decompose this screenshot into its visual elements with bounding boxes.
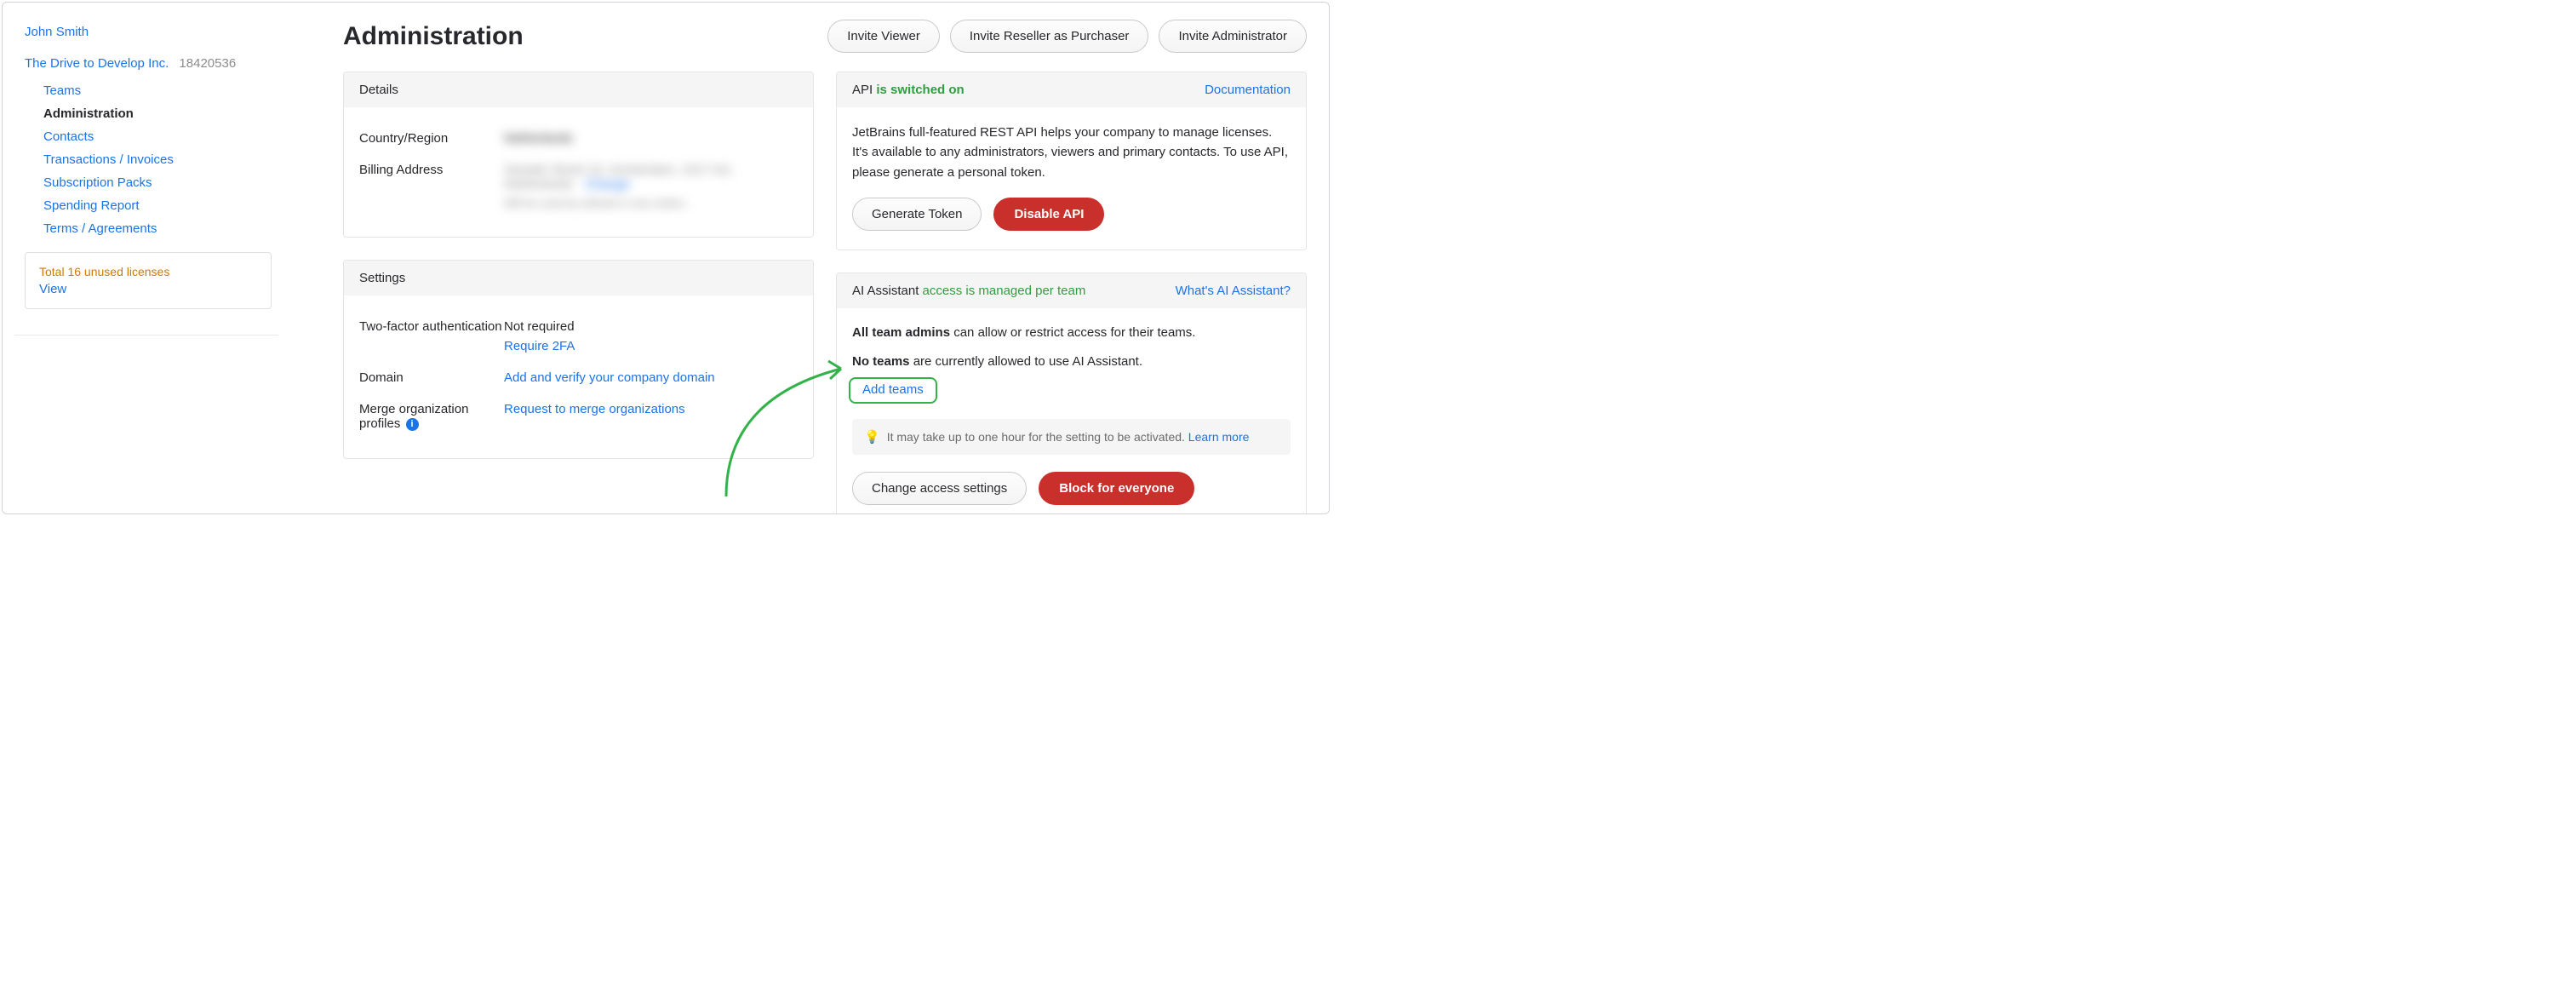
merge-label: Merge organization profiles i bbox=[359, 402, 504, 431]
billing-change-link[interactable]: Change bbox=[585, 177, 630, 192]
country-value: Netherlands bbox=[504, 131, 573, 146]
ai-header: AI Assistant access is managed per team … bbox=[837, 273, 1306, 308]
billing-label: Billing Address bbox=[359, 163, 504, 209]
right-column: API is switched on Documentation JetBrai… bbox=[836, 72, 1307, 514]
unused-licenses-total: Total 16 unused licenses bbox=[39, 265, 257, 278]
ai-title-prefix: AI Assistant bbox=[852, 284, 923, 298]
twofa-label: Two-factor authentication bbox=[359, 319, 504, 353]
api-card: API is switched on Documentation JetBrai… bbox=[836, 72, 1307, 250]
nav-contacts[interactable]: Contacts bbox=[25, 125, 304, 148]
api-documentation-link[interactable]: Documentation bbox=[1205, 83, 1291, 97]
page-title: Administration bbox=[343, 22, 524, 51]
ai-line2-strong: No teams bbox=[852, 354, 910, 369]
ai-line1-rest: can allow or restrict access for their t… bbox=[950, 325, 1195, 340]
billing-line1: Sample Street 10, Amsterdam, 1017 AA, bbox=[504, 163, 733, 177]
merge-orgs-link[interactable]: Request to merge organizations bbox=[504, 402, 685, 416]
billing-note: Will be used by default in new orders. bbox=[504, 197, 733, 209]
ai-line2-rest: are currently allowed to use AI Assistan… bbox=[910, 354, 1142, 369]
nav-packs[interactable]: Subscription Packs bbox=[25, 171, 304, 194]
add-domain-link[interactable]: Add and verify your company domain bbox=[504, 370, 715, 385]
lightbulb-icon: 💡 bbox=[864, 429, 880, 445]
block-for-everyone-button[interactable]: Block for everyone bbox=[1039, 472, 1194, 505]
sidebar-divider bbox=[14, 335, 278, 336]
invite-reseller-button[interactable]: Invite Reseller as Purchaser bbox=[950, 20, 1149, 53]
nav-teams[interactable]: Teams bbox=[25, 79, 304, 102]
page-header: Administration Invite Viewer Invite Rese… bbox=[326, 20, 1307, 53]
ai-line1-strong: All team admins bbox=[852, 325, 950, 340]
settings-card: Settings Two-factor authentication Not r… bbox=[343, 260, 814, 459]
change-access-settings-button[interactable]: Change access settings bbox=[852, 472, 1027, 505]
add-teams-link[interactable]: Add teams bbox=[849, 377, 937, 404]
main-content: Administration Invite Viewer Invite Rese… bbox=[326, 3, 1329, 513]
org-link[interactable]: The Drive to Develop Inc. bbox=[25, 56, 169, 71]
settings-header: Settings bbox=[344, 261, 813, 295]
generate-token-button[interactable]: Generate Token bbox=[852, 198, 982, 231]
invite-administrator-button[interactable]: Invite Administrator bbox=[1159, 20, 1307, 53]
require-2fa-link[interactable]: Require 2FA bbox=[504, 339, 575, 353]
details-card: Details Country/Region Netherlands Billi… bbox=[343, 72, 814, 238]
user-link[interactable]: John Smith bbox=[25, 25, 89, 39]
nav-terms[interactable]: Terms / Agreements bbox=[25, 217, 304, 240]
nav-contacts-link[interactable]: Contacts bbox=[43, 129, 94, 144]
unused-licenses-card: Total 16 unused licenses View bbox=[25, 252, 272, 309]
ai-hint-text: It may take up to one hour for the setti… bbox=[887, 430, 1188, 444]
ai-learn-more-link[interactable]: Learn more bbox=[1188, 430, 1250, 444]
left-column: Details Country/Region Netherlands Billi… bbox=[343, 72, 814, 514]
details-header: Details bbox=[344, 72, 813, 107]
nav-terms-link[interactable]: Terms / Agreements bbox=[43, 221, 157, 236]
app-frame: John Smith The Drive to Develop Inc. 184… bbox=[2, 2, 1330, 514]
domain-label: Domain bbox=[359, 370, 504, 385]
country-label: Country/Region bbox=[359, 131, 504, 146]
billing-line2: Netherlands bbox=[504, 177, 573, 192]
org-id: 18420536 bbox=[179, 56, 236, 71]
api-title-prefix: API bbox=[852, 83, 876, 97]
nav-transactions-link[interactable]: Transactions / Invoices bbox=[43, 152, 174, 167]
nav-spending-link[interactable]: Spending Report bbox=[43, 198, 140, 213]
info-icon[interactable]: i bbox=[406, 418, 419, 431]
ai-status: access is managed per team bbox=[923, 284, 1086, 298]
sidebar-nav: Teams Administration Contacts Transactio… bbox=[25, 79, 304, 240]
nav-packs-link[interactable]: Subscription Packs bbox=[43, 175, 152, 190]
nav-teams-link[interactable]: Teams bbox=[43, 83, 81, 98]
org-row: The Drive to Develop Inc. 18420536 bbox=[25, 56, 304, 71]
ai-hint: 💡 It may take up to one hour for the set… bbox=[852, 419, 1291, 455]
disable-api-button[interactable]: Disable API bbox=[993, 198, 1104, 231]
billing-value: Sample Street 10, Amsterdam, 1017 AA, Ne… bbox=[504, 163, 733, 209]
api-header: API is switched on Documentation bbox=[837, 72, 1306, 107]
unused-licenses-view-link[interactable]: View bbox=[39, 282, 66, 296]
ai-assistant-card: AI Assistant access is managed per team … bbox=[836, 272, 1307, 514]
sidebar: John Smith The Drive to Develop Inc. 184… bbox=[3, 3, 326, 513]
nav-spending[interactable]: Spending Report bbox=[25, 194, 304, 217]
top-actions: Invite Viewer Invite Reseller as Purchas… bbox=[827, 20, 1307, 53]
invite-viewer-button[interactable]: Invite Viewer bbox=[827, 20, 940, 53]
api-status: is switched on bbox=[876, 83, 964, 97]
whats-ai-assistant-link[interactable]: What's AI Assistant? bbox=[1176, 284, 1291, 298]
nav-transactions[interactable]: Transactions / Invoices bbox=[25, 148, 304, 171]
api-description: JetBrains full-featured REST API helps y… bbox=[852, 123, 1291, 182]
twofa-status: Not required bbox=[504, 319, 575, 334]
nav-administration[interactable]: Administration bbox=[25, 102, 304, 125]
